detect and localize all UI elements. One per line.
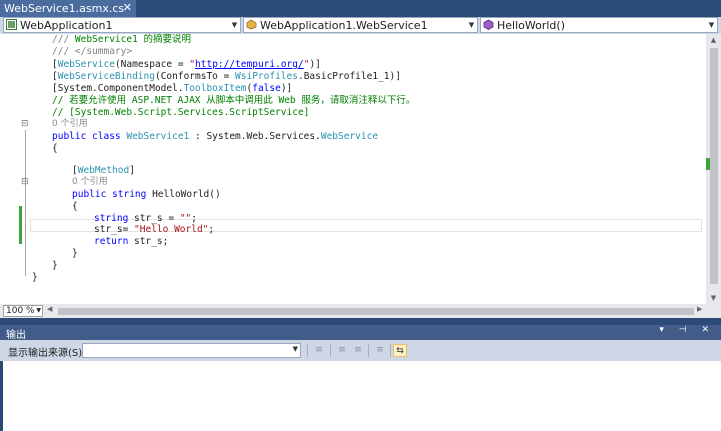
scroll-left-icon[interactable]: ◀ — [47, 305, 52, 313]
project-label: WebApplication1 — [20, 19, 113, 32]
zoom-dropdown[interactable]: 100 % ▼ — [3, 305, 43, 317]
code-line: { — [72, 201, 78, 212]
code-line: public string HelloWorld() — [72, 189, 221, 200]
clear-all-icon[interactable]: ≡ — [373, 344, 387, 357]
code-line: return str_s; — [94, 236, 169, 247]
output-source-dropdown[interactable]: ▼ — [82, 343, 301, 358]
chevron-down-icon[interactable]: ▼ — [36, 306, 41, 316]
class-icon — [246, 19, 257, 30]
type-label: WebApplication1.WebService1 — [260, 19, 428, 32]
tab-title: WebService1.asmx.cs — [4, 2, 125, 15]
member-dropdown[interactable]: HelloWorld() ▼ — [480, 17, 718, 33]
code-line: } — [52, 260, 58, 271]
code-line: } — [32, 272, 38, 283]
tab-webservice1[interactable]: WebService1.asmx.cs ✕ — [0, 0, 136, 17]
scroll-thumb[interactable] — [710, 48, 718, 284]
code-line: public class WebService1 : System.Web.Se… — [52, 131, 379, 142]
code-editor[interactable]: ⊟ ⊟ /// WebService1 的摘要说明 /// </summary>… — [0, 34, 706, 304]
document-tab-strip: WebService1.asmx.cs ✕ — [0, 0, 721, 17]
collapse-icon[interactable]: ⊟ — [21, 177, 29, 187]
toolbar-separator — [307, 344, 308, 357]
code-line: { — [52, 143, 58, 154]
chevron-down-icon[interactable]: ▼ — [466, 18, 477, 32]
find-previous-icon[interactable]: ≡ — [335, 344, 349, 357]
member-label: HelloWorld() — [497, 19, 565, 32]
panel-splitter[interactable] — [0, 318, 721, 325]
code-line: /// </summary> — [52, 46, 133, 57]
project-dropdown[interactable]: WebApplication1 ▼ — [3, 17, 241, 33]
method-icon — [483, 19, 494, 30]
change-marker — [706, 158, 710, 170]
editor-status-strip: 100 % ▼ ◀ ▶ — [0, 304, 721, 318]
output-text-area[interactable] — [0, 361, 721, 431]
fold-guide — [25, 130, 26, 276]
chevron-down-icon[interactable]: ▼ — [706, 18, 717, 32]
code-line: // [System.Web.Script.Services.ScriptSer… — [52, 107, 310, 118]
navigation-bar: WebApplication1 ▼ WebApplication1.WebSer… — [0, 17, 721, 34]
go-to-previous-icon[interactable]: ≡ — [312, 344, 326, 357]
find-next-icon[interactable]: ≡ — [351, 344, 365, 357]
type-dropdown[interactable]: WebApplication1.WebService1 ▼ — [243, 17, 478, 33]
csharp-project-icon — [6, 19, 17, 30]
code-line: } — [72, 248, 78, 259]
toolbar-separator — [330, 344, 331, 357]
change-indicator — [19, 206, 22, 244]
scroll-up-icon[interactable]: ▲ — [706, 34, 721, 46]
collapse-icon[interactable]: ⊟ — [21, 119, 29, 129]
panel-window-controls[interactable]: ▾ ⊣ ✕ — [659, 325, 715, 335]
scroll-down-icon[interactable]: ▼ — [706, 292, 721, 304]
horizontal-scroll-thumb[interactable] — [58, 308, 694, 315]
scroll-right-icon[interactable]: ▶ — [697, 305, 702, 313]
word-wrap-icon[interactable]: ⇆ — [393, 344, 407, 357]
output-source-label: 显示输出来源(S): — [8, 348, 86, 359]
zoom-level: 100 % — [6, 306, 35, 316]
close-icon[interactable]: ✕ — [123, 1, 132, 14]
vertical-scrollbar[interactable]: ▲ ▼ — [706, 34, 721, 304]
chevron-down-icon[interactable]: ▼ — [293, 345, 298, 353]
output-toolbar: 显示输出来源(S): ▼ ≡ ≡ ≡ ≡ ⇆ — [0, 340, 721, 361]
output-panel-header: 输出 ▾ ⊣ ✕ — [0, 325, 721, 341]
toolbar-separator — [390, 344, 391, 357]
chevron-down-icon[interactable]: ▼ — [229, 18, 240, 32]
toolbar-separator — [368, 344, 369, 357]
